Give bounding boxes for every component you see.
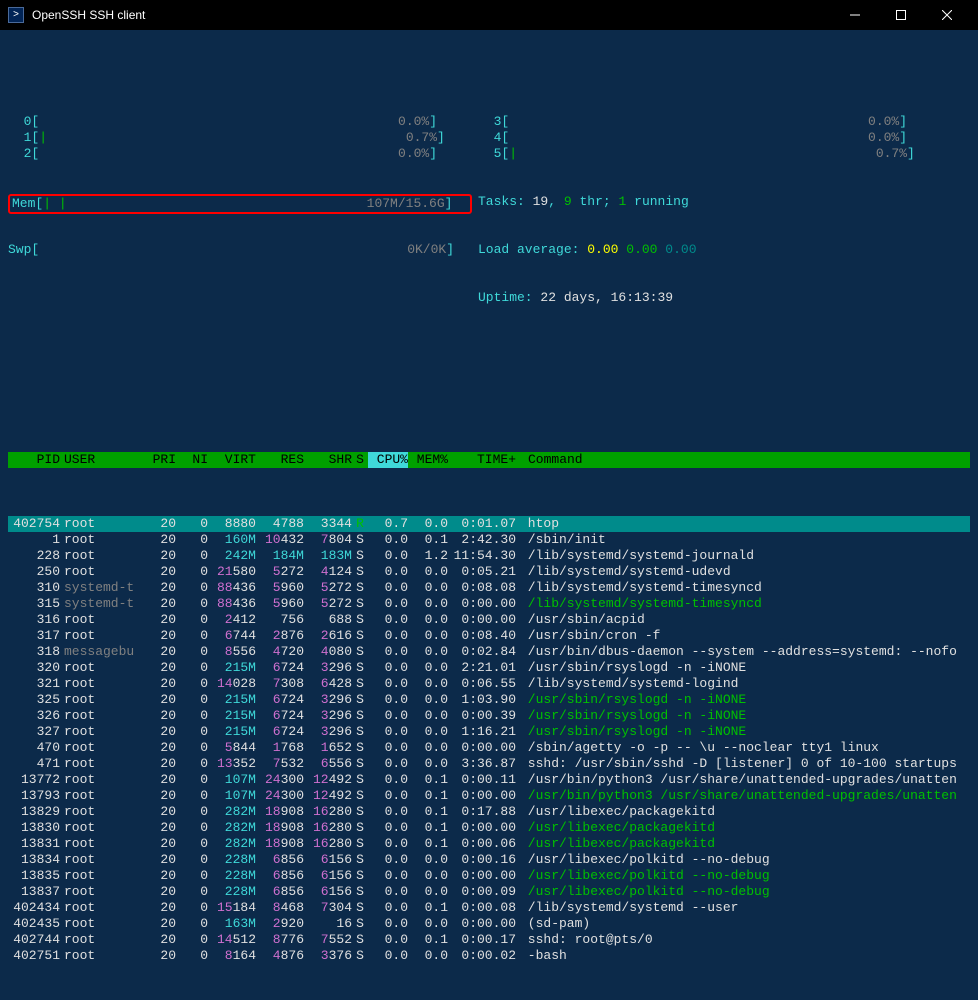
process-list[interactable]: 402754root200888047883344R0.70.00:01.07 … <box>8 516 970 964</box>
process-row[interactable]: 316root2002412756688S0.00.00:00.00 /usr/… <box>8 612 970 628</box>
cpu-meter-4: 4[0.0%] <box>478 130 970 146</box>
process-row[interactable]: 310systemd-t2008843659605272S0.00.00:08.… <box>8 580 970 596</box>
powershell-icon: > <box>8 7 24 23</box>
hdr-virt[interactable]: VIRT <box>208 452 256 468</box>
process-header[interactable]: PID USER PRI NI VIRT RES SHR S CPU% MEM%… <box>8 452 970 468</box>
hdr-cmd[interactable]: Command <box>520 452 970 468</box>
process-row[interactable]: 326root200215M67243296S0.00.00:00.39 /us… <box>8 708 970 724</box>
process-row[interactable]: 321root2001402873086428S0.00.00:06.55 /l… <box>8 676 970 692</box>
maximize-button[interactable] <box>878 0 924 30</box>
system-info: 3[0.0%] 4[0.0%] 5[|0.7%] Tasks: 19, 9 th… <box>478 82 970 338</box>
process-row[interactable]: 13835root200228M68566156S0.00.00:00.00 /… <box>8 868 970 884</box>
hdr-user[interactable]: USER <box>64 452 144 468</box>
hdr-res[interactable]: RES <box>256 452 304 468</box>
process-row[interactable]: 13829root200282M1890816280S0.00.10:17.88… <box>8 804 970 820</box>
uptime-line: Uptime: 22 days, 16:13:39 <box>478 290 970 306</box>
process-row[interactable]: 317root200674428762616S0.00.00:08.40 /us… <box>8 628 970 644</box>
hdr-pri[interactable]: PRI <box>144 452 176 468</box>
cpu-meter-2: 2[0.0%] <box>8 146 478 162</box>
process-row[interactable]: 13837root200228M68566156S0.00.00:00.09 /… <box>8 884 970 900</box>
meters-panel: 0[0.0%] 1[|0.7%] 2[0.0%] Mem[| |107M/15.… <box>8 82 970 338</box>
hdr-ni[interactable]: NI <box>176 452 208 468</box>
hdr-time[interactable]: TIME+ <box>448 452 520 468</box>
process-row[interactable]: 13831root200282M1890816280S0.00.10:00.06… <box>8 836 970 852</box>
process-row[interactable]: 470root200584417681652S0.00.00:00.00 /sb… <box>8 740 970 756</box>
titlebar[interactable]: > OpenSSH SSH client <box>0 0 978 30</box>
process-row[interactable]: 320root200215M67243296S0.00.02:21.01 /us… <box>8 660 970 676</box>
process-row[interactable]: 228root200242M184M183MS0.01.211:54.30 /l… <box>8 548 970 564</box>
cpu-meter-0: 0[0.0%] <box>8 114 478 130</box>
hdr-s[interactable]: S <box>352 452 368 468</box>
cpu-meter-1: 1[|0.7%] <box>8 130 478 146</box>
process-row[interactable]: 471root2001335275326556S0.00.03:36.87 ss… <box>8 756 970 772</box>
process-row[interactable]: 315systemd-t2008843659605272S0.00.00:00.… <box>8 596 970 612</box>
process-row[interactable]: 327root200215M67243296S0.00.01:16.21 /us… <box>8 724 970 740</box>
mem-meter: Mem[| |107M/15.6G] <box>8 194 478 210</box>
close-button[interactable] <box>924 0 970 30</box>
window-controls <box>832 0 970 30</box>
minimize-button[interactable] <box>832 0 878 30</box>
process-row[interactable]: 402751root200816448763376S0.00.00:00.02 … <box>8 948 970 964</box>
process-row[interactable]: 402744root2001451287767552S0.00.10:00.17… <box>8 932 970 948</box>
cpu-mem-meters: 0[0.0%] 1[|0.7%] 2[0.0%] Mem[| |107M/15.… <box>8 82 478 338</box>
process-row[interactable]: 402435root200163M292016S0.00.00:00.00 (s… <box>8 916 970 932</box>
process-row[interactable]: 325root200215M67243296S0.00.01:03.90 /us… <box>8 692 970 708</box>
process-row[interactable]: 250root2002158052724124S0.00.00:05.21 /l… <box>8 564 970 580</box>
process-row[interactable]: 1root200160M104327804S0.00.12:42.30 /sbi… <box>8 532 970 548</box>
process-row[interactable]: 13772root200107M2430012492S0.00.10:00.11… <box>8 772 970 788</box>
hdr-pid[interactable]: PID <box>8 452 64 468</box>
window-title: OpenSSH SSH client <box>32 8 832 22</box>
terminal-area[interactable]: 0[0.0%] 1[|0.7%] 2[0.0%] Mem[| |107M/15.… <box>0 30 978 1000</box>
hdr-mem[interactable]: MEM% <box>408 452 448 468</box>
hdr-shr[interactable]: SHR <box>304 452 352 468</box>
swap-meter: Swp[0K/0K] <box>8 242 478 258</box>
process-row[interactable]: 13830root200282M1890816280S0.00.10:00.00… <box>8 820 970 836</box>
process-row[interactable]: 402754root200888047883344R0.70.00:01.07 … <box>8 516 970 532</box>
cpu-meter-3: 3[0.0%] <box>478 114 970 130</box>
process-row[interactable]: 13793root200107M2430012492S0.00.10:00.00… <box>8 788 970 804</box>
load-line: Load average: 0.00 0.00 0.00 <box>478 242 970 258</box>
process-row[interactable]: 402434root2001518484687304S0.00.10:00.08… <box>8 900 970 916</box>
cpu-meter-5: 5[|0.7%] <box>478 146 970 162</box>
process-row[interactable]: 318messagebu200855647204080S0.00.00:02.8… <box>8 644 970 660</box>
tasks-line: Tasks: 19, 9 thr; 1 running <box>478 194 970 210</box>
hdr-cpu[interactable]: CPU% <box>368 452 408 468</box>
process-row[interactable]: 13834root200228M68566156S0.00.00:00.16 /… <box>8 852 970 868</box>
